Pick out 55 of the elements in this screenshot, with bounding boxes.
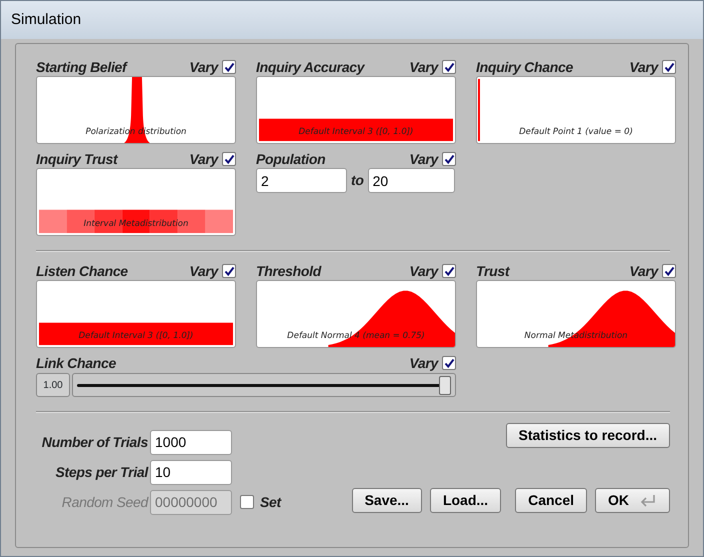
to-field[interactable]: 20 <box>368 168 455 193</box>
slider-thumb[interactable] <box>439 376 451 395</box>
checkbox[interactable] <box>442 60 456 74</box>
parameter-label: Starting Belief <box>36 58 126 77</box>
parameter-label: Population <box>256 150 326 169</box>
field-label: Random Seed <box>60 492 148 512</box>
vary-label: Vary <box>409 354 438 373</box>
parameter-label: Listen Chance <box>36 262 128 280</box>
plot-caption: Default Interval 3 ([0, 1.0]) <box>298 126 414 139</box>
checkbox[interactable] <box>662 60 676 74</box>
plot-caption: Interval Metadistribution <box>84 218 188 231</box>
distribution-plot[interactable]: Interval Metadistribution <box>36 168 236 236</box>
text-field[interactable]: 1000 <box>150 430 232 454</box>
plot-caption: Default Interval 3 ([0, 1.0]) <box>78 330 194 343</box>
vary-label: Vary <box>629 58 658 77</box>
plot-caption: Default Normal 4 (mean = 0.75) <box>287 330 425 343</box>
text-field[interactable]: 10 <box>150 460 232 484</box>
slider-track[interactable] <box>72 373 456 397</box>
checkbox[interactable] <box>222 264 236 278</box>
vary-label: Vary <box>409 262 438 281</box>
parameter-label: Inquiry Trust <box>36 150 118 169</box>
distribution-plot[interactable]: Default Interval 3 ([0, 1.0]) <box>36 280 236 348</box>
dialog-button[interactable]: Cancel <box>515 488 587 513</box>
parameter-label: Link Chance <box>36 354 116 372</box>
checkbox[interactable] <box>442 356 456 370</box>
field-label: Number of Trials <box>40 432 148 452</box>
vary-label: Vary <box>189 58 218 77</box>
distribution-plot[interactable]: Default Normal 4 (mean = 0.75) <box>256 280 456 348</box>
checkbox[interactable] <box>662 264 676 278</box>
vary-label: Vary <box>629 262 658 281</box>
parameter-label: Inquiry Chance <box>476 58 573 77</box>
checkbox[interactable] <box>442 152 456 166</box>
dialog-button[interactable]: Load... <box>430 488 502 513</box>
dialog-button[interactable]: Save... <box>352 488 422 513</box>
slider-value: 1.00 <box>36 373 70 397</box>
checkbox[interactable] <box>442 264 456 278</box>
vary-label: Vary <box>189 150 218 169</box>
ok-button[interactable]: OK <box>595 488 670 513</box>
from-field[interactable]: 2 <box>256 168 347 193</box>
parameter-label: Threshold <box>256 262 321 280</box>
distribution-plot[interactable]: Default Interval 3 ([0, 1.0]) <box>256 76 456 144</box>
checkbox[interactable] <box>222 60 236 74</box>
plot-caption: Default Point 1 (value = 0) <box>519 126 633 139</box>
checkbox[interactable] <box>222 152 236 166</box>
checkbox-label: Set <box>260 492 281 512</box>
window-title: Simulation <box>11 10 82 30</box>
distribution-plot[interactable]: Default Point 1 (value = 0) <box>476 76 676 144</box>
to-label: to <box>351 171 364 190</box>
vary-label: Vary <box>409 58 438 77</box>
parameter-label: Inquiry Accuracy <box>256 58 364 77</box>
field-label: Steps per Trial <box>54 462 148 482</box>
vary-label: Vary <box>409 150 438 169</box>
vary-label: Vary <box>189 262 218 281</box>
statistics-button[interactable]: Statistics to record... <box>506 423 670 448</box>
parameter-label: Trust <box>476 262 510 280</box>
